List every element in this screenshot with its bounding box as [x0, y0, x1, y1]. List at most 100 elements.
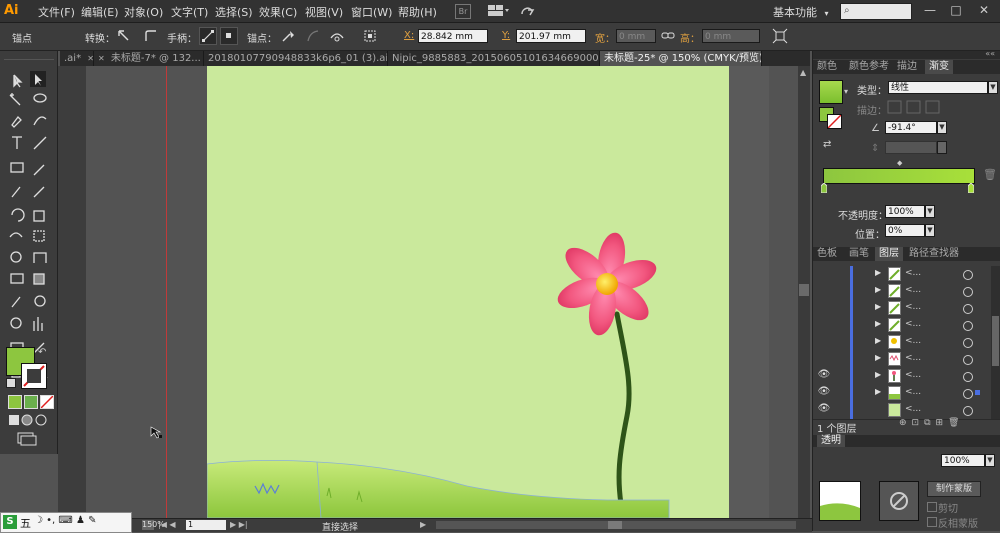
close-button[interactable]: ✕	[974, 3, 994, 19]
x-field[interactable]: 28.842 mm	[418, 29, 488, 43]
chevron-down-icon[interactable]	[937, 141, 947, 154]
tab-color[interactable]: 颜色	[813, 60, 841, 74]
hscroll-thumb[interactable]	[608, 521, 622, 529]
menu-effect[interactable]: 效果(C)	[259, 4, 297, 20]
tab-transparency[interactable]: 透明	[817, 435, 845, 447]
tab-doc-4[interactable]: Nipic_9885883_20150605101634669000.ai* ✕	[388, 51, 600, 66]
stroke-swatch[interactable]	[21, 363, 47, 389]
toolbar-grip[interactable]	[4, 53, 54, 60]
width-field[interactable]: 0 mm	[616, 29, 656, 43]
prev-artboard-icon[interactable]: |◀ ◀	[158, 520, 176, 529]
menu-view[interactable]: 视图(V)	[305, 4, 343, 20]
visibility-eye-icon[interactable]: 👁	[817, 386, 831, 400]
layers-scroll-thumb[interactable]	[992, 316, 999, 366]
visibility-eye-icon[interactable]: 👁	[817, 403, 831, 417]
tab-doc-2[interactable]: ✕ 未标题-7* @ 132...	[94, 51, 204, 66]
gradient-stroke-box[interactable]	[827, 114, 842, 129]
status-menu-icon[interactable]: ▶	[420, 520, 426, 529]
default-colors-icon[interactable]	[6, 378, 16, 388]
chevron-down-icon[interactable]: ▼	[925, 224, 935, 237]
mask-thumbnail[interactable]	[879, 481, 919, 521]
height-field[interactable]: 0 mm	[702, 29, 760, 43]
layer-row[interactable]: ▶ <...	[813, 317, 1000, 335]
expand-arrow-icon[interactable]: ▶	[875, 285, 881, 294]
search-input[interactable]: ⌕	[840, 3, 912, 20]
target-circle-icon[interactable]	[963, 355, 973, 365]
target-circle-icon[interactable]	[963, 321, 973, 331]
midpoint-diamond-icon[interactable]: ◆	[897, 159, 902, 167]
layer-row[interactable]: 👁 ▶ <...	[813, 368, 1000, 386]
expand-arrow-icon[interactable]: ▶	[875, 268, 881, 277]
menu-edit[interactable]: 编辑(E)	[81, 4, 119, 20]
tab-layers[interactable]: 图层	[875, 247, 903, 261]
gradient-preview[interactable]	[819, 80, 843, 104]
expand-arrow-icon[interactable]: ▶	[875, 370, 881, 379]
gradient-mode-button[interactable]	[24, 395, 38, 409]
none-mode-button[interactable]	[40, 395, 54, 409]
layer-actions-icons[interactable]: ⊕⊡⧉⊞🗑	[899, 418, 994, 430]
arrange-documents-icon[interactable]	[487, 3, 511, 19]
layers-scrollbar[interactable]	[991, 266, 1000, 419]
color-mode-button[interactable]	[8, 395, 22, 409]
menu-help[interactable]: 帮助(H)	[398, 4, 437, 20]
gradient-type-select[interactable]: 线性	[888, 81, 988, 94]
target-circle-icon[interactable]	[963, 270, 973, 280]
chevron-down-icon[interactable]: ▼	[985, 454, 995, 467]
target-circle-icon[interactable]	[963, 304, 973, 314]
horizontal-scrollbar[interactable]	[436, 521, 796, 529]
sync-settings-icon[interactable]	[518, 2, 536, 20]
convert-smooth-icon[interactable]	[143, 28, 159, 44]
minimize-button[interactable]: —	[920, 3, 940, 19]
maximize-button[interactable]: □	[946, 3, 966, 19]
layer-row[interactable]: ▶ <...	[813, 351, 1000, 369]
menu-type[interactable]: 文字(T)	[171, 4, 208, 20]
isolate-object-icon[interactable]	[772, 28, 788, 44]
zoom-dropdown[interactable]: 150%	[142, 520, 165, 530]
visibility-eye-icon[interactable]: 👁	[817, 369, 831, 383]
gradient-position-field[interactable]: 0%	[885, 224, 925, 237]
invert-mask-checkbox[interactable]	[927, 517, 937, 527]
layer-row[interactable]: ▶ <...	[813, 300, 1000, 318]
tab-doc-1[interactable]: .ai* ✕	[60, 51, 94, 66]
chevron-down-icon[interactable]: ▼	[925, 205, 935, 218]
tab-brushes[interactable]: 画笔	[845, 247, 873, 261]
delete-stop-icon[interactable]: 🗑	[983, 168, 997, 181]
tab-swatches[interactable]: 色板	[813, 247, 841, 261]
menu-select[interactable]: 选择(S)	[215, 4, 253, 20]
y-field[interactable]: 201.97 mm	[516, 29, 586, 43]
ime-toolbar[interactable]: S 五 ☽ •, ⌨ ♟ ✎	[0, 512, 132, 533]
gradient-angle-field[interactable]: -91.4°	[885, 121, 937, 134]
target-circle-icon[interactable]	[963, 338, 973, 348]
target-circle-icon[interactable]	[963, 372, 973, 382]
tab-color-guide[interactable]: 颜色参考	[845, 60, 893, 74]
vertical-scrollbar[interactable]: ▲	[798, 66, 810, 518]
layer-row[interactable]: 👁 ▶ <...	[813, 385, 1000, 403]
reverse-gradient-icon[interactable]: ⇄	[823, 139, 831, 150]
menu-file[interactable]: 文件(F)	[38, 4, 75, 20]
next-artboard-icon[interactable]: ▶ ▶|	[230, 520, 248, 529]
swap-fill-stroke-icon[interactable]: ↶	[38, 347, 50, 359]
expand-arrow-icon[interactable]: ▶	[875, 336, 881, 345]
canvas-area[interactable]	[58, 66, 798, 518]
stroke-gradient-buttons[interactable]	[887, 100, 943, 114]
menu-window[interactable]: 窗口(W)	[351, 4, 392, 20]
gradient-stop-right[interactable]	[967, 182, 975, 194]
clip-checkbox[interactable]	[927, 502, 937, 512]
current-tool-status[interactable]: 直接选择	[322, 520, 358, 533]
gradient-opacity-field[interactable]: 100%	[885, 205, 925, 218]
cut-path-icon[interactable]	[329, 28, 345, 44]
chevron-down-icon[interactable]: ▼	[937, 121, 947, 134]
close-icon[interactable]: ✕	[87, 54, 93, 63]
expand-arrow-icon[interactable]: ▶	[875, 319, 881, 328]
tab-pathfinder[interactable]: 路径查找器	[905, 247, 963, 261]
tab-stroke[interactable]: 描边	[893, 60, 921, 74]
tab-gradient[interactable]: 渐变	[925, 60, 953, 74]
close-icon[interactable]: ✕	[98, 54, 105, 63]
remove-anchor-icon[interactable]	[281, 28, 297, 44]
hide-handles-button[interactable]	[220, 27, 238, 45]
target-circle-icon[interactable]	[963, 406, 973, 416]
artboard-number-field[interactable]: 1	[186, 520, 226, 530]
target-circle-icon[interactable]	[963, 287, 973, 297]
convert-corner-icon[interactable]	[116, 28, 132, 44]
layer-row[interactable]: ▶ <...	[813, 266, 1000, 284]
